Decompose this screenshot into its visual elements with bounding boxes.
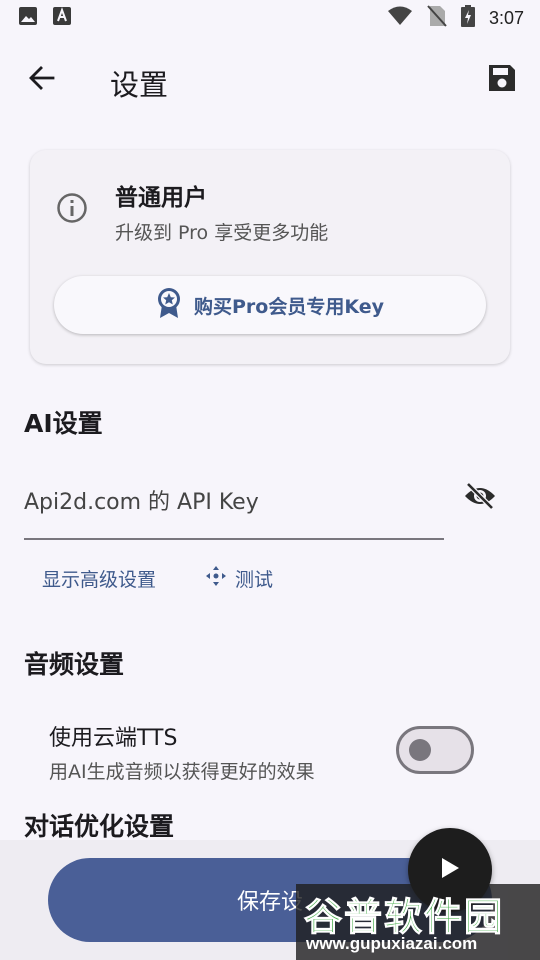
status-right: 3:07 [387,5,524,31]
cloud-tts-switch[interactable] [396,726,474,774]
test-button[interactable]: 测试 [205,562,273,594]
test-label: 测试 [235,568,274,591]
api-key-input[interactable]: Api2d.com 的 API Key [24,468,444,540]
move-arrows-icon [205,565,227,592]
status-left [18,6,72,30]
award-badge-icon [156,287,182,323]
switch-thumb [409,739,431,761]
image-icon [18,6,38,30]
watermark: 谷普软件园 www.gupuxiazai.com [296,884,540,960]
save-settings-label: 保存设 [236,890,303,915]
cloud-tts-title: 使用云端TTS [49,726,178,751]
api-key-label: Api2d.com 的 API Key [24,490,259,515]
play-icon [439,856,461,884]
font-icon [52,6,72,30]
dialog-section-title: 对话优化设置 [24,812,175,841]
page-title: 设置 [110,68,169,102]
info-icon [56,192,88,224]
watermark-title: 谷普软件园 [303,895,505,940]
buy-pro-key-label: 购买Pro会员专用Key [193,295,384,318]
buy-pro-key-button[interactable]: 购买Pro会员专用Key [54,276,486,334]
status-bar: 3:07 [0,0,540,36]
arrow-left-icon [28,64,56,96]
watermark-url: www.gupuxiazai.com [306,934,478,953]
user-type-subtitle: 升级到 Pro 享受更多功能 [115,222,329,244]
battery-charging-icon [460,5,475,31]
save-icon-button[interactable] [482,60,522,100]
ai-section-title: AI设置 [24,409,103,438]
eye-off-icon [463,482,497,514]
show-advanced-label: 显示高级设置 [42,568,157,591]
show-advanced-settings-button[interactable]: 显示高级设置 [42,562,156,594]
user-type-title: 普通用户 [115,185,207,211]
user-card: 普通用户 升级到 Pro 享受更多功能 购买Pro会员专用Key [30,150,510,364]
wifi-icon [387,6,413,30]
audio-section-title: 音频设置 [24,650,125,679]
status-time: 3:07 [488,7,524,28]
floppy-disk-icon [487,63,517,97]
cloud-tts-subtitle: 用AI生成音频以获得更好的效果 [49,761,315,783]
back-button[interactable] [22,60,62,100]
app-bar: 设置 [0,48,540,112]
toggle-visibility-button[interactable] [460,478,500,518]
no-sim-icon [427,5,447,31]
